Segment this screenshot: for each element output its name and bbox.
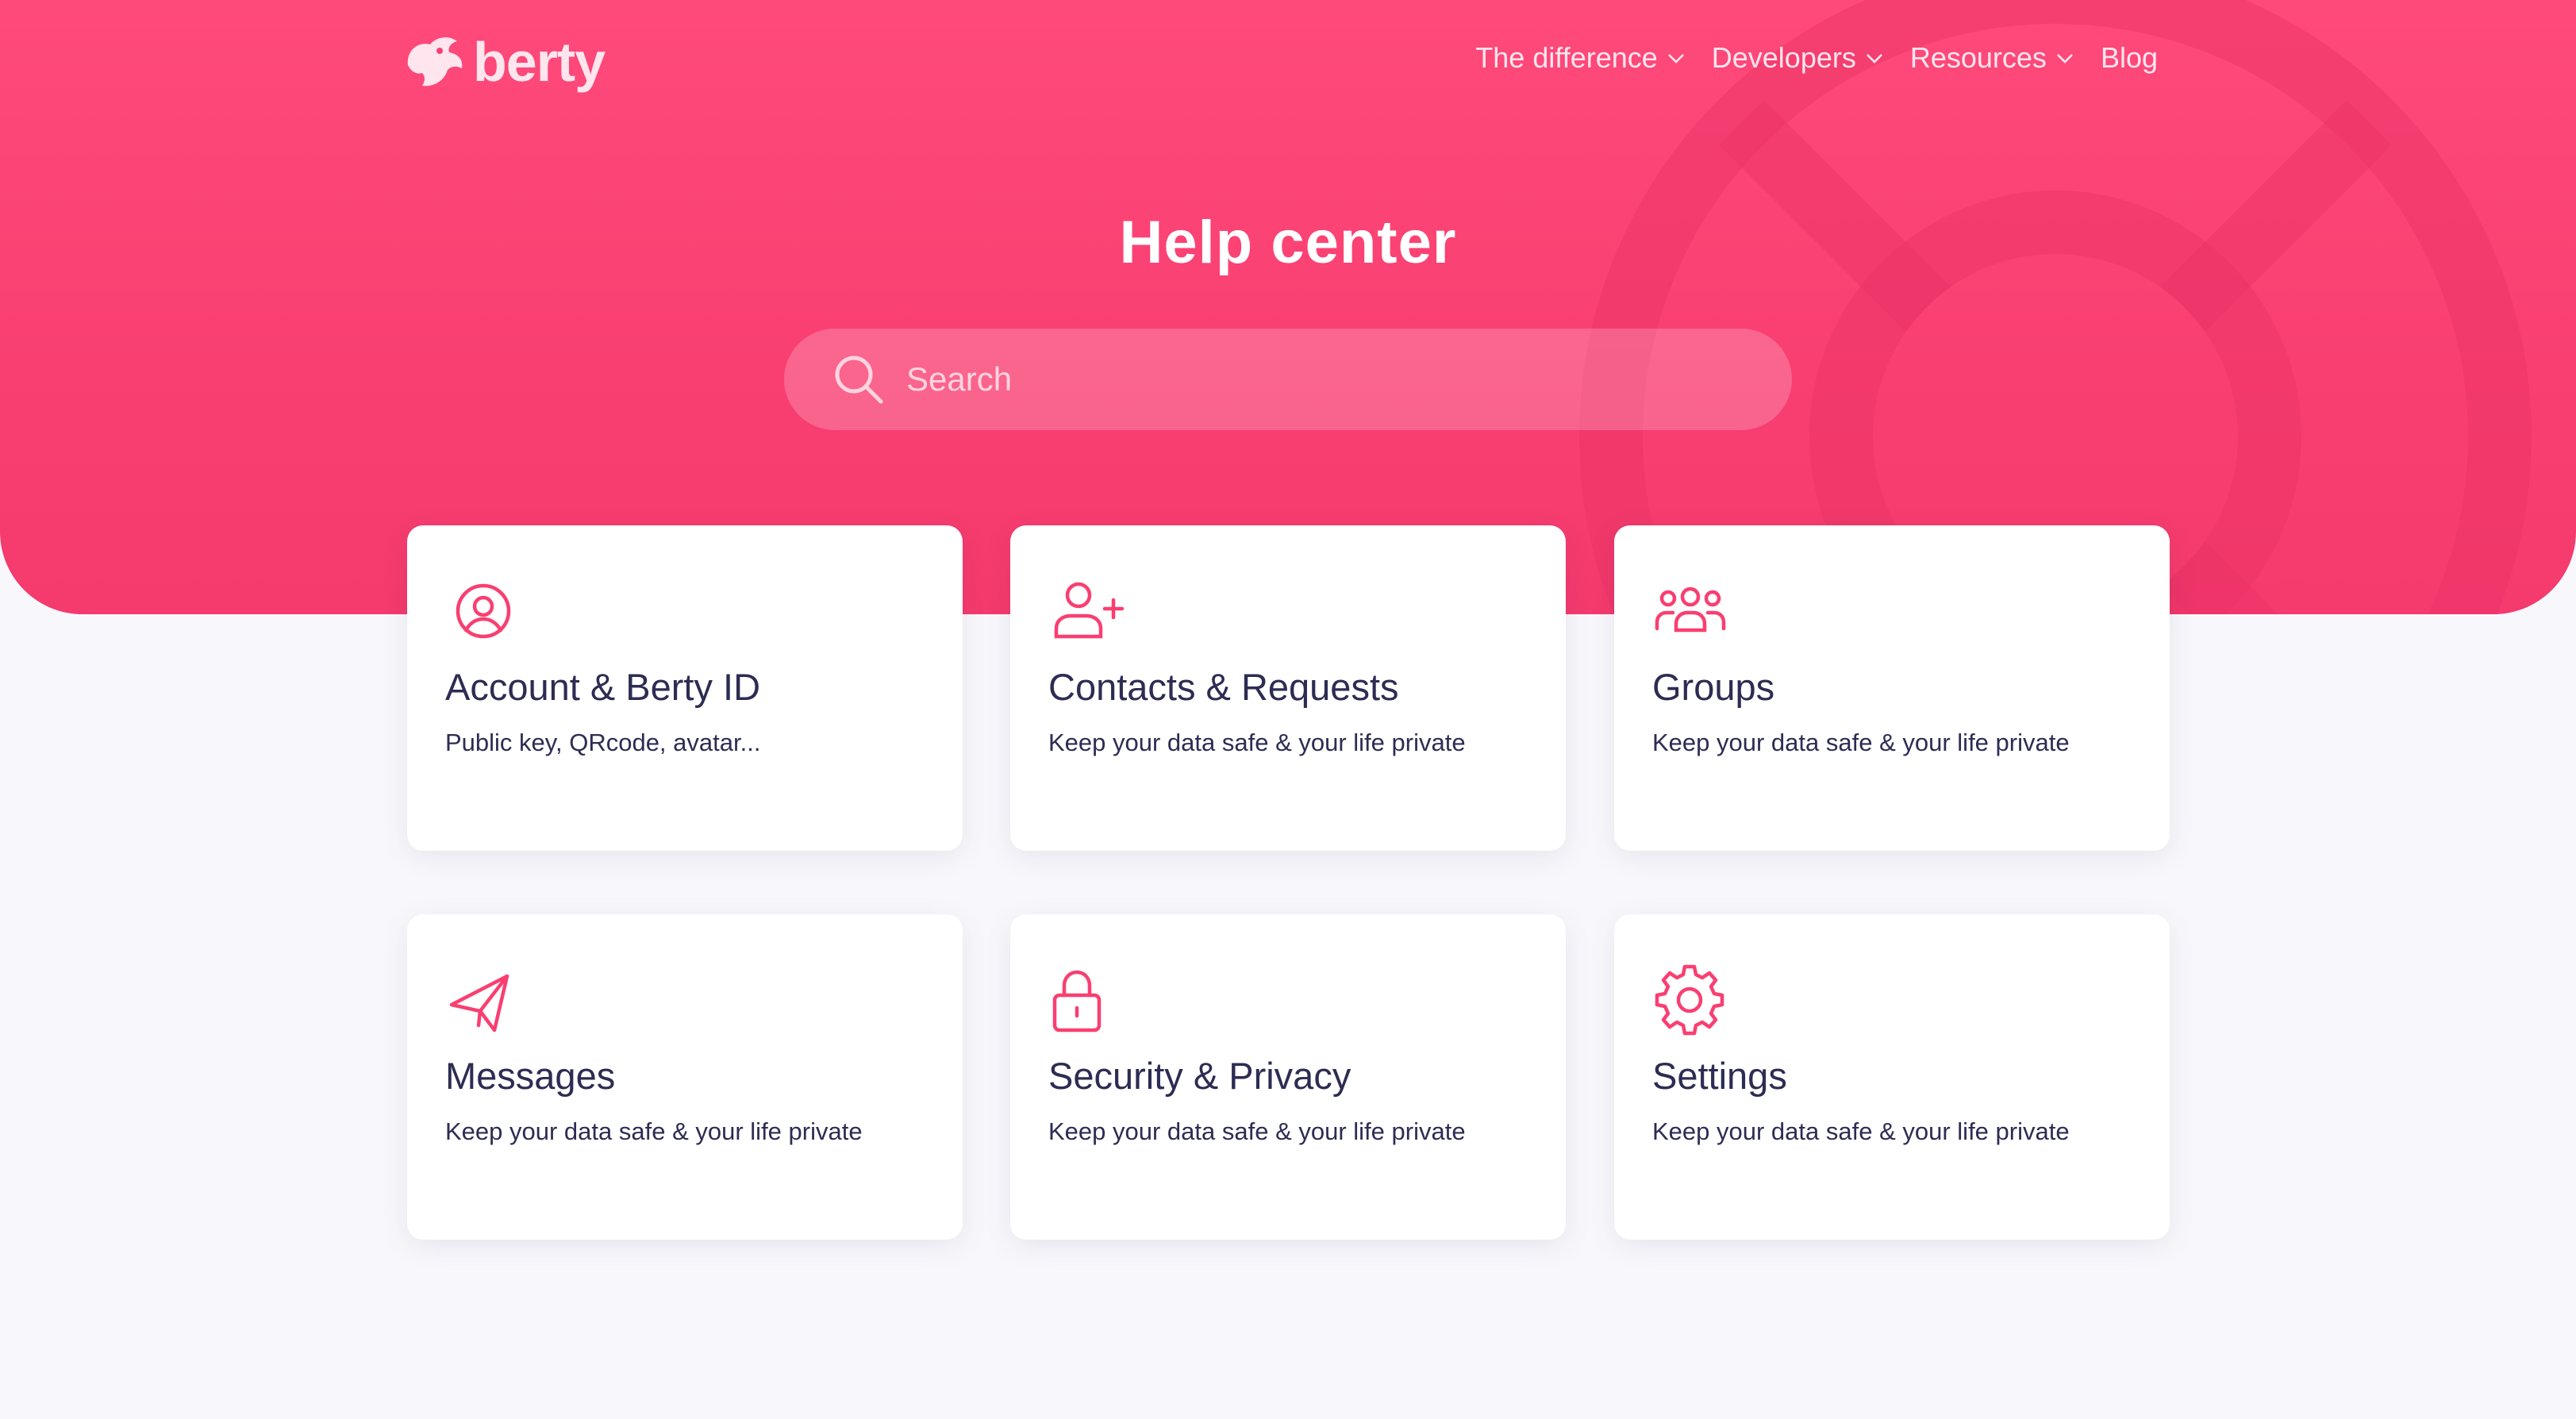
users-icon [1655, 586, 1726, 633]
gear-icon [1655, 964, 1724, 1036]
card-title: Groups [1652, 666, 1775, 708]
nav-label: The difference [1475, 41, 1658, 74]
category-card-messages[interactable]: Messages Keep your data safe & your life… [407, 914, 963, 1240]
send-icon [449, 974, 509, 1033]
nav-blog[interactable]: Blog [2101, 41, 2158, 75]
card-description: Public key, QRcode, avatar... [445, 729, 761, 756]
card-title: Account & Berty ID [445, 666, 761, 708]
card-title: Contacts & Requests [1048, 666, 1399, 708]
lifebuoy-icon [1579, 0, 2532, 614]
card-description: Keep your data safe & your life private [1048, 1117, 1466, 1145]
nav-developers[interactable]: Developers [1712, 41, 1885, 75]
card-title: Settings [1652, 1055, 1787, 1097]
page-title: Help center [1119, 209, 1457, 276]
brand-logo[interactable]: berty [403, 30, 606, 94]
brand-name: berty [473, 31, 606, 93]
search-input[interactable] [906, 360, 1700, 398]
chevron-down-icon [1866, 54, 1882, 63]
nav-label: Blog [2100, 41, 2158, 74]
nav-label: Resources [1909, 41, 2047, 74]
card-description: Keep your data safe & your life private [1652, 1117, 2070, 1145]
hero-banner: berty The difference Developers Resource… [0, 0, 2576, 614]
category-card-settings[interactable]: Settings Keep your data safe & your life… [1614, 914, 2170, 1240]
card-title: Messages [445, 1055, 616, 1097]
card-description: Keep your data safe & your life private [1048, 729, 1466, 756]
user-circle-icon [456, 583, 511, 639]
bird-icon [407, 37, 463, 87]
category-card-security[interactable]: Security & Privacy Keep your data safe &… [1010, 914, 1566, 1240]
card-title: Security & Privacy [1048, 1055, 1351, 1097]
search-icon [835, 356, 883, 404]
nav-resources[interactable]: Resources [1910, 41, 2075, 75]
category-card-contacts[interactable]: Contacts & Requests Keep your data safe … [1010, 525, 1566, 851]
card-description: Keep your data safe & your life private [1652, 729, 2070, 756]
nav-the-difference[interactable]: The difference [1475, 41, 1686, 75]
user-plus-icon [1054, 582, 1125, 639]
search-bar[interactable] [784, 329, 1792, 430]
chevron-down-icon [1667, 54, 1684, 63]
nav-label: Developers [1711, 41, 1856, 74]
category-card-groups[interactable]: Groups Keep your data safe & your life p… [1614, 525, 2170, 851]
chevron-down-icon [2057, 54, 2073, 63]
category-card-account[interactable]: Account & Berty ID Public key, QRcode, a… [407, 525, 963, 851]
card-description: Keep your data safe & your life private [445, 1117, 863, 1145]
main-nav: The difference Developers Resources Blog [1475, 41, 2158, 75]
lock-icon [1052, 970, 1102, 1033]
